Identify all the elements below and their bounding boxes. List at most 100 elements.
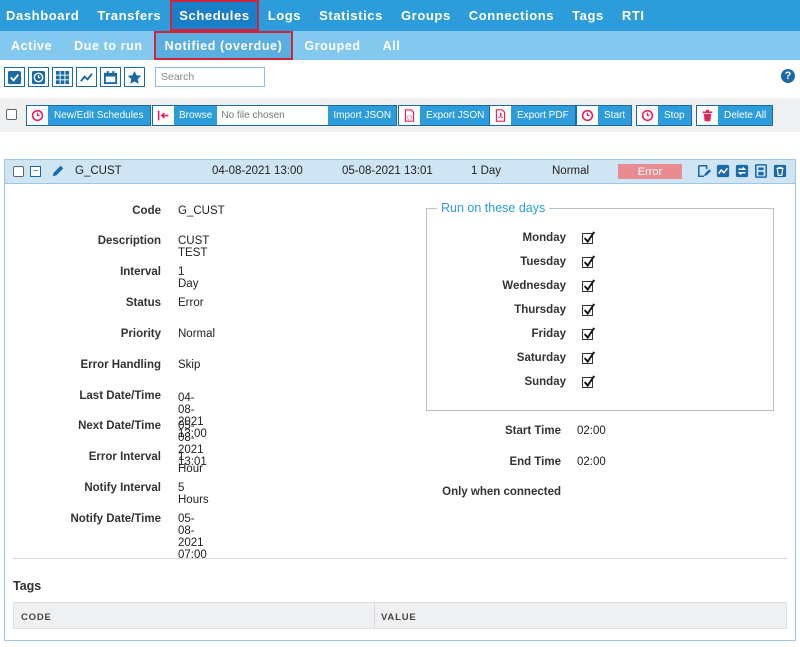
grid-icon xyxy=(55,70,70,84)
only-when-connected-label: Only when connected xyxy=(442,486,561,498)
favorites-view-button[interactable] xyxy=(124,67,145,87)
edit-icon[interactable] xyxy=(51,164,65,181)
clock-view-button[interactable] xyxy=(28,67,49,87)
delete-all-button[interactable]: Delete All xyxy=(696,105,774,126)
schedule-code: G_CUST xyxy=(75,165,122,177)
action-bar: New/Edit Schedules Browse No file chosen… xyxy=(0,98,800,132)
tags-title: Tags xyxy=(13,579,42,593)
description-value: CUST TEST xyxy=(178,235,210,259)
day-label-saturday: Saturday xyxy=(516,352,566,364)
activity-icon[interactable] xyxy=(716,164,730,178)
stop-button[interactable]: Stop xyxy=(636,105,692,126)
nav-logs[interactable]: Logs xyxy=(259,0,310,31)
nav-schedules[interactable]: Schedules xyxy=(170,0,259,31)
day-checkbox-saturday[interactable] xyxy=(582,351,596,364)
day-checkbox-friday[interactable] xyxy=(582,327,596,340)
priority-label: Priority xyxy=(120,328,161,340)
code-label: Code xyxy=(132,205,161,217)
nav-connections[interactable]: Connections xyxy=(460,0,563,31)
day-checkbox-sunday[interactable] xyxy=(582,375,596,388)
stop-icon xyxy=(641,109,654,122)
day-label-thursday: Thursday xyxy=(514,304,566,316)
last-datetime-label: Last Date/Time xyxy=(79,390,161,402)
subnav-all[interactable]: All xyxy=(372,31,412,60)
day-label-tuesday: Tuesday xyxy=(520,256,566,268)
error-handling-value: Skip xyxy=(178,359,201,371)
error-handling-label: Error Handling xyxy=(80,359,161,371)
pdf-file-icon xyxy=(495,109,506,122)
schedule-next-run: 05-08-2021 13:01 xyxy=(342,165,433,177)
start-button[interactable]: Start xyxy=(576,105,633,126)
activity-view-button[interactable] xyxy=(76,67,97,87)
import-json-button[interactable]: Import JSON xyxy=(328,106,397,125)
check-view-button[interactable] xyxy=(4,67,25,87)
subnav-notified-overdue[interactable]: Notified (overdue) xyxy=(153,31,294,60)
export-pdf-button[interactable]: Export PDF xyxy=(489,105,576,126)
checkbox-icon xyxy=(7,70,22,84)
day-checkbox-wednesday[interactable] xyxy=(582,279,596,292)
start-icon xyxy=(581,109,594,122)
save-icon[interactable] xyxy=(754,164,768,178)
day-checkbox-thursday[interactable] xyxy=(582,303,596,316)
edit-note-icon[interactable] xyxy=(697,164,711,178)
delete-icon[interactable] xyxy=(773,164,787,178)
status-value: Error xyxy=(178,297,204,309)
json-file-icon: {} xyxy=(404,109,415,122)
notify-datetime-label: Notify Date/Time xyxy=(70,513,161,525)
nav-rti[interactable]: RTI xyxy=(613,0,654,31)
file-name-field[interactable]: No file chosen xyxy=(217,106,329,125)
schedule-priority: Normal xyxy=(552,165,590,177)
new-edit-schedules-button[interactable]: New/Edit Schedules xyxy=(26,105,151,126)
nav-dashboard[interactable]: Dashboard xyxy=(0,0,88,31)
subnav-due-to-run[interactable]: Due to run xyxy=(63,31,154,60)
nav-tags[interactable]: Tags xyxy=(563,0,613,31)
sub-nav: Active Due to run Notified (overdue) Gro… xyxy=(0,31,800,60)
next-datetime-label: Next Date/Time xyxy=(78,420,161,432)
day-label-sunday: Sunday xyxy=(524,376,566,388)
day-label-friday: Friday xyxy=(531,328,566,340)
notify-datetime-value: 05-08-2021 07:00 xyxy=(178,513,207,561)
help-icon[interactable]: ? xyxy=(781,69,795,83)
start-time-label: Start Time xyxy=(504,425,561,437)
calendar-icon xyxy=(103,70,118,84)
search-input[interactable] xyxy=(155,67,265,87)
row-checkbox[interactable] xyxy=(13,166,24,177)
collapse-icon[interactable]: − xyxy=(30,166,41,177)
calendar-view-button[interactable] xyxy=(100,67,121,87)
end-time-value: 02:00 xyxy=(577,456,606,468)
top-nav: Dashboard Transfers Schedules Logs Stati… xyxy=(0,0,800,31)
column-separator xyxy=(374,603,375,628)
schedule-last-run: 04-08-2021 13:00 xyxy=(212,165,303,177)
schedule-card-header[interactable]: − G_CUST 04-08-2021 13:00 05-08-2021 13:… xyxy=(5,160,795,184)
day-label-wednesday: Wednesday xyxy=(502,280,566,292)
upload-icon xyxy=(157,110,169,121)
grid-view-button[interactable] xyxy=(52,67,73,87)
refresh-icon[interactable] xyxy=(735,164,749,178)
tags-table-header: CODE VALUE xyxy=(13,602,787,629)
select-all-checkbox[interactable] xyxy=(6,109,17,120)
notify-interval-label: Notify Interval xyxy=(84,482,161,494)
activity-icon xyxy=(80,72,93,82)
svg-text:{}: {} xyxy=(406,115,412,121)
nav-statistics[interactable]: Statistics xyxy=(310,0,392,31)
section-divider xyxy=(13,558,787,559)
export-json-button[interactable]: {} Export JSON xyxy=(398,105,492,126)
schedule-interval: 1 Day xyxy=(471,165,502,177)
nav-transfers[interactable]: Transfers xyxy=(88,0,170,31)
subnav-grouped[interactable]: Grouped xyxy=(293,31,371,60)
tags-code-column[interactable]: CODE xyxy=(21,612,52,623)
tags-value-column[interactable]: VALUE xyxy=(381,612,417,623)
subnav-active[interactable]: Active xyxy=(0,31,63,60)
code-value: G_CUST xyxy=(178,205,225,217)
day-checkbox-monday[interactable] xyxy=(582,231,596,244)
file-import: Browse No file chosen Import JSON xyxy=(152,105,398,126)
day-checkbox-tuesday[interactable] xyxy=(582,255,596,268)
status-label: Status xyxy=(125,297,161,309)
start-time-value: 02:00 xyxy=(577,425,606,437)
interval-label: Interval xyxy=(120,266,161,278)
browse-button[interactable]: Browse xyxy=(174,106,218,125)
error-interval-label: Error Interval xyxy=(88,451,161,463)
nav-groups[interactable]: Groups xyxy=(392,0,460,31)
error-interval-value: 1 Hour xyxy=(178,451,203,475)
row-actions xyxy=(697,164,787,178)
